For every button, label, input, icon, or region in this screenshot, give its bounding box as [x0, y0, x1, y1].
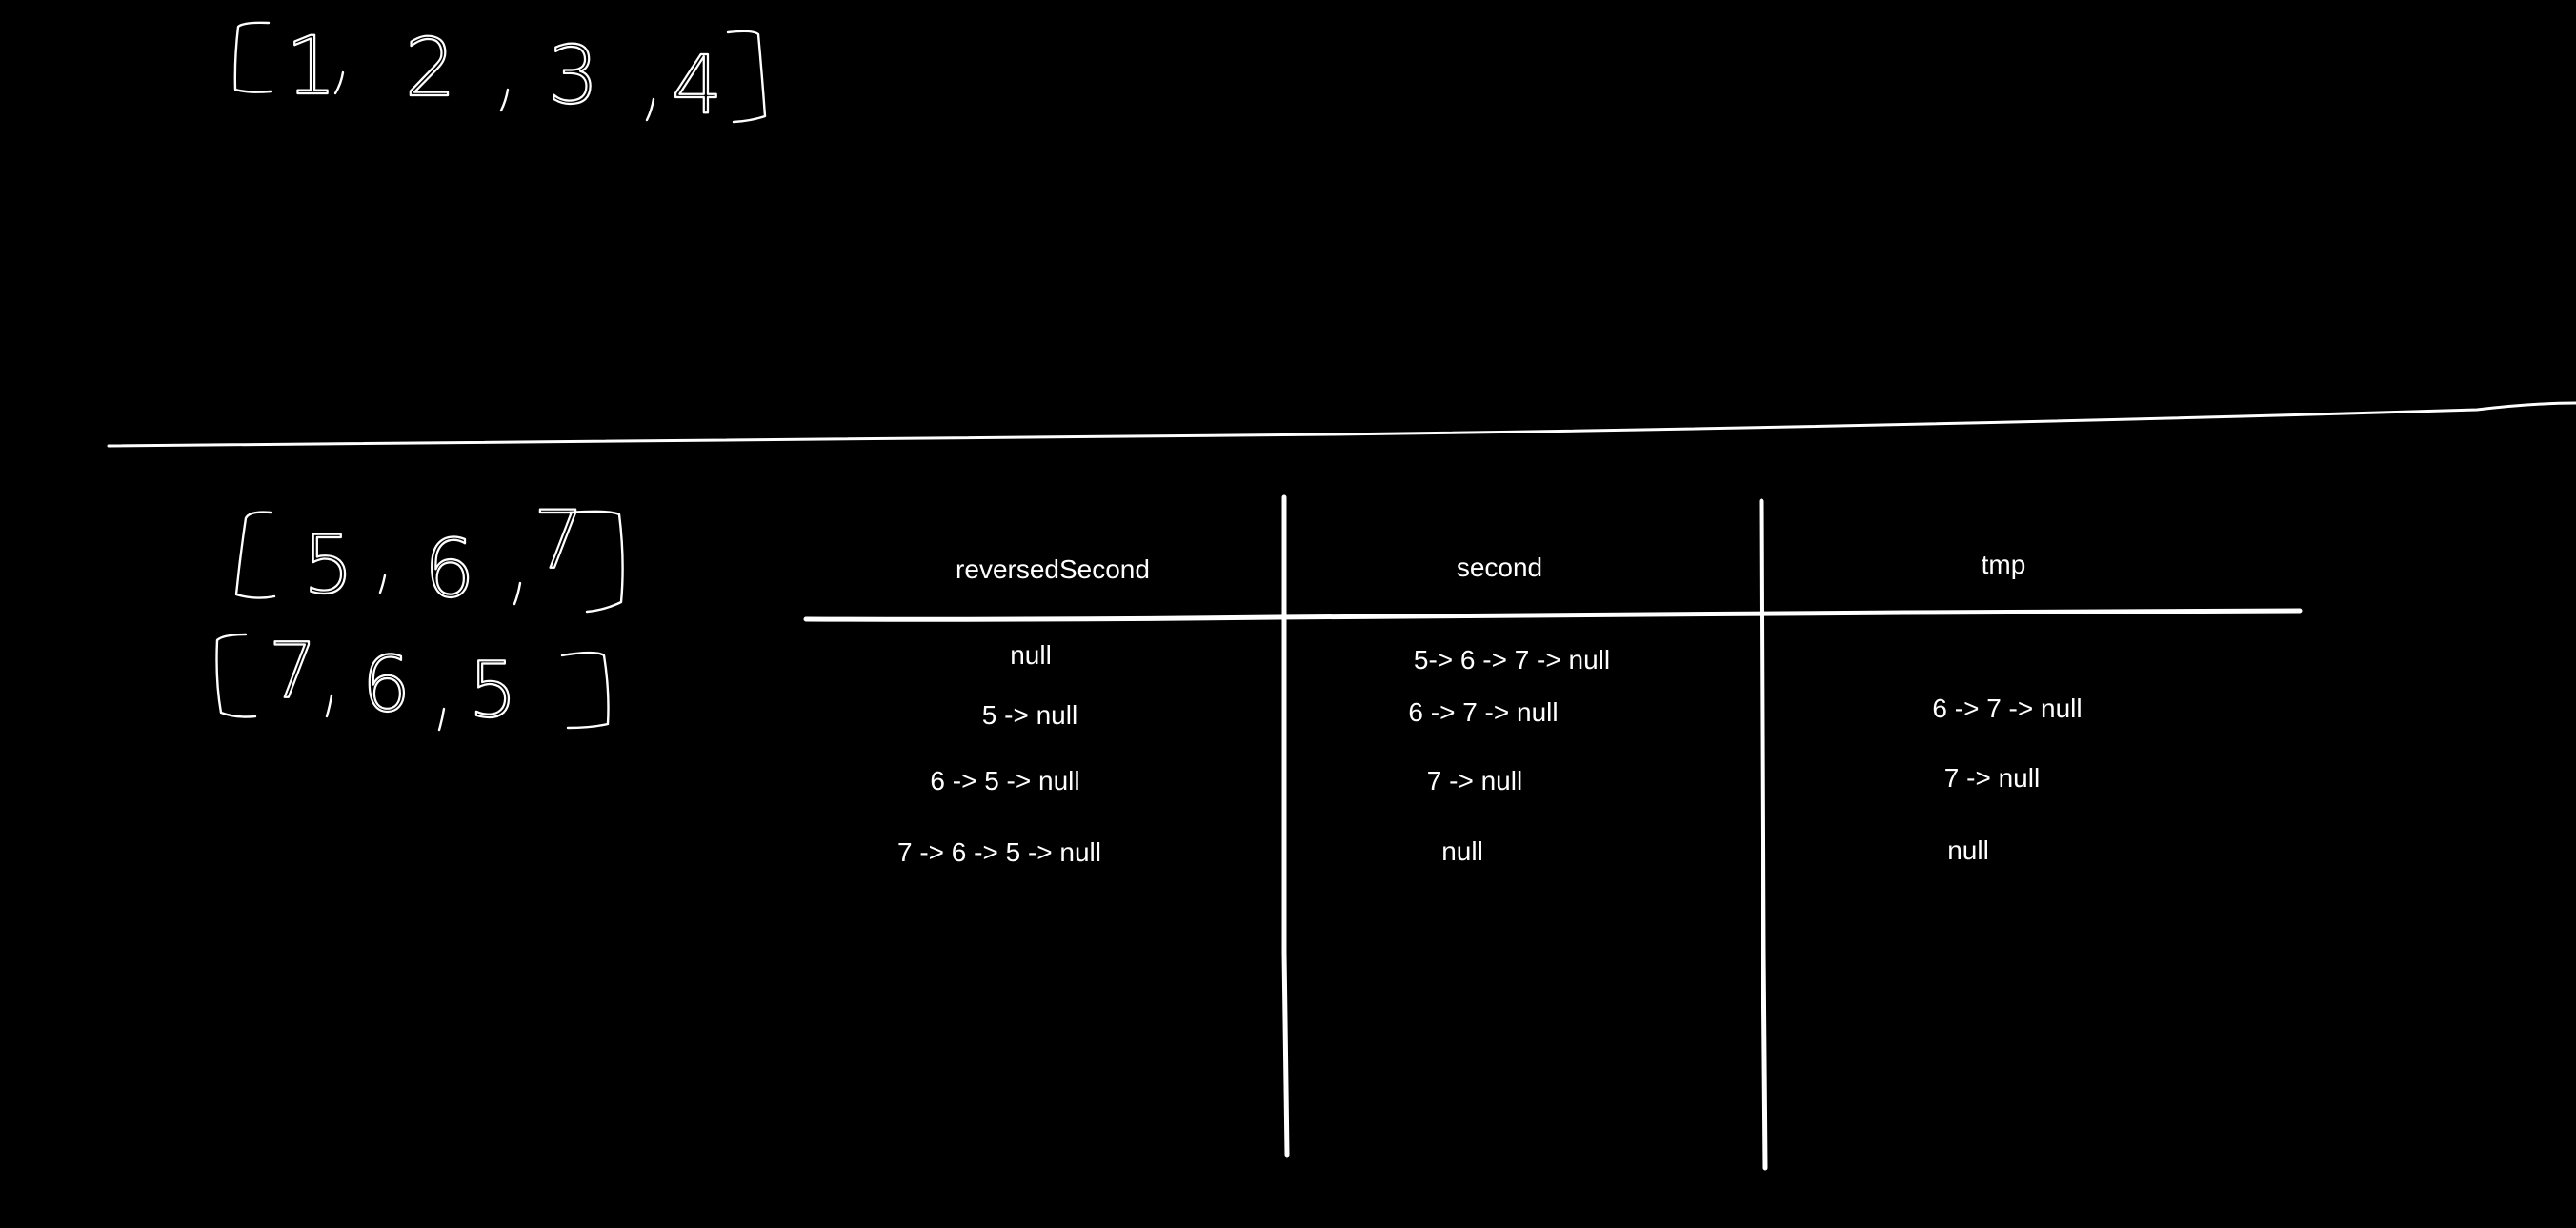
- table-cell: 6 -> 7 -> null: [1932, 694, 2082, 723]
- first-array-element: 4: [672, 38, 722, 131]
- first-array-element: 3: [548, 29, 598, 122]
- comma-mark: [499, 88, 510, 112]
- table-cell: 5-> 6 -> 7 -> null: [1414, 645, 1610, 674]
- first-array-element: 2: [405, 21, 455, 114]
- comma-mark: [325, 694, 333, 718]
- reversed-array-element: 5: [469, 646, 517, 735]
- trace-table: reversedSecond second tmp null 5-> 6 -> …: [803, 494, 2303, 1171]
- table-cell: null: [1441, 836, 1483, 866]
- second-array-element: 6: [424, 522, 474, 615]
- divider-line: [107, 401, 2576, 448]
- table-cell: 7 -> 6 -> 5 -> null: [897, 837, 1101, 867]
- table-cell: 7 -> null: [1427, 766, 1522, 795]
- table-cell: null: [1010, 640, 1052, 670]
- table-cell: 6 -> 5 -> null: [930, 766, 1079, 795]
- column-header: second: [1457, 553, 1542, 582]
- second-array-sketch: 5 6 7: [234, 493, 624, 616]
- table-column-divider: [1281, 494, 1290, 1158]
- reversed-array-element: 7: [269, 627, 317, 715]
- first-array-sketch: 1 2 3 4: [233, 18, 767, 132]
- column-header: reversedSecond: [956, 554, 1150, 584]
- comma-mark: [437, 707, 446, 732]
- first-array-close-bracket: [726, 30, 767, 124]
- reversed-array-sketch: 7 6 5: [215, 626, 610, 735]
- table-column-divider: [1759, 498, 1768, 1171]
- table-cell: 5 -> null: [982, 700, 1077, 730]
- table-cell: 6 -> 7 -> null: [1408, 697, 1558, 727]
- reversed-array-close-bracket: [560, 651, 610, 730]
- comma-mark: [645, 97, 655, 122]
- whiteboard-canvas: 1 2 3 4 5 6 7 7 6 5 reversedSecond secon…: [107, 18, 2576, 1171]
- comma-mark: [378, 574, 387, 594]
- table-header-rule: [803, 608, 2303, 622]
- column-header: tmp: [1982, 550, 2026, 579]
- second-array-element: 5: [303, 518, 353, 612]
- first-array-element: 1: [286, 19, 336, 112]
- table-cell: null: [1947, 835, 1989, 865]
- second-array-element: 7: [533, 493, 584, 587]
- second-array-open-bracket: [234, 511, 276, 599]
- table-cell: 7 -> null: [1944, 763, 2040, 793]
- reversed-array-element: 6: [362, 640, 411, 729]
- first-array-open-bracket: [233, 21, 272, 93]
- comma-mark: [513, 581, 522, 606]
- reversed-array-open-bracket: [215, 633, 257, 718]
